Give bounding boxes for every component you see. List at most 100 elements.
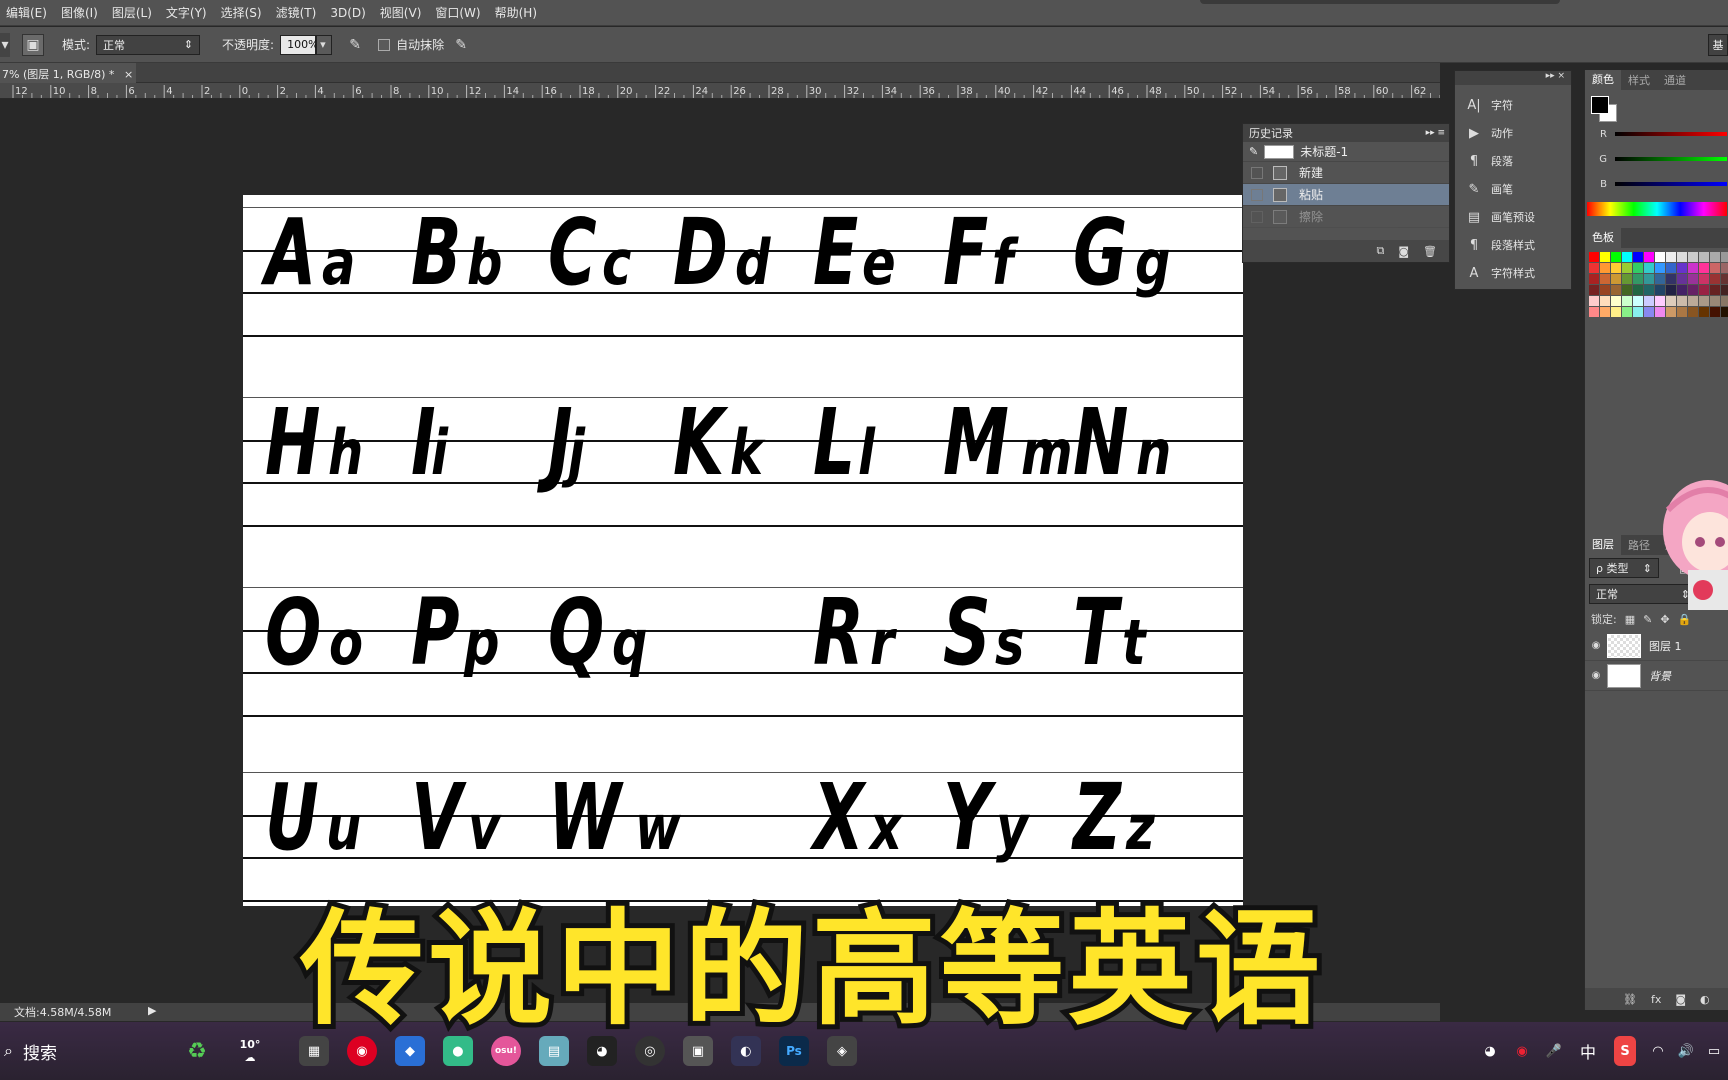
color-swatch[interactable]: [1622, 252, 1632, 262]
menu-item-9[interactable]: 帮助(H): [495, 4, 537, 21]
document-canvas[interactable]: Aa Bb Cc Dd Ee Ff Gg Hh Ii Jj Kk Ll Mm Nn Oo Pp Qq Rr Ss Tt…: [243, 195, 1243, 906]
color-swatch[interactable]: [1688, 307, 1698, 317]
color-swatch[interactable]: [1589, 285, 1599, 295]
mode-select[interactable]: 正常 ⇕: [96, 34, 201, 55]
color-swatch[interactable]: [1622, 296, 1632, 306]
history-source-checkbox[interactable]: [1251, 166, 1263, 179]
color-swatch[interactable]: [1611, 263, 1621, 273]
recycle-bin-icon[interactable]: ♻: [182, 1036, 212, 1066]
color-swatch[interactable]: [1666, 252, 1676, 262]
channel-slider[interactable]: G: [1591, 149, 1727, 169]
color-swatch[interactable]: [1699, 307, 1709, 317]
color-swatch[interactable]: [1644, 252, 1654, 262]
color-swatch[interactable]: [1589, 307, 1599, 317]
color-swatch[interactable]: [1699, 285, 1709, 295]
panel-menu-icon[interactable]: ▸▸ ≡: [1426, 128, 1445, 138]
visibility-eye-icon[interactable]: ◉: [1585, 640, 1607, 651]
color-swatch[interactable]: [1699, 274, 1709, 284]
color-swatch[interactable]: [1622, 285, 1632, 295]
dock-item[interactable]: A 字符样式: [1455, 259, 1571, 287]
color-swatch[interactable]: [1677, 296, 1687, 306]
status-arrow-icon[interactable]: ▶: [148, 1004, 156, 1017]
trash-icon[interactable]: 🗑: [1423, 245, 1437, 258]
menu-item-5[interactable]: 滤镜(T): [276, 4, 317, 21]
color-swatch[interactable]: [1611, 252, 1621, 262]
menu-item-0[interactable]: 编辑(E): [6, 4, 47, 21]
color-swatch[interactable]: [1721, 263, 1728, 273]
brush-panel-icon[interactable]: ▣: [22, 33, 44, 56]
new-document-icon[interactable]: ⧉: [1376, 244, 1384, 258]
auto-erase-checkbox[interactable]: [378, 38, 391, 51]
layer-row[interactable]: ◉ 图层 1: [1585, 631, 1728, 661]
foreground-color-swatch[interactable]: [1591, 96, 1609, 114]
color-swatch[interactable]: [1688, 285, 1698, 295]
color-swatch[interactable]: [1600, 307, 1610, 317]
color-swatch[interactable]: [1710, 274, 1720, 284]
menu-item-1[interactable]: 图像(I): [61, 4, 98, 21]
color-swatch[interactable]: [1589, 263, 1599, 273]
history-source-checkbox[interactable]: [1251, 188, 1263, 201]
color-swatch[interactable]: [1710, 307, 1720, 317]
opacity-dropdown[interactable]: ▾: [316, 34, 333, 55]
battery-icon[interactable]: ▭: [1704, 1036, 1724, 1066]
layer-row[interactable]: ◉ 背景: [1585, 661, 1728, 691]
mask-icon[interactable]: ◙: [1675, 993, 1686, 1006]
color-swatch[interactable]: [1633, 296, 1643, 306]
color-swatch[interactable]: [1633, 274, 1643, 284]
color-swatch[interactable]: [1721, 285, 1728, 295]
channel-slider[interactable]: B: [1591, 174, 1727, 194]
color-swatch[interactable]: [1600, 263, 1610, 273]
color-swatch[interactable]: [1622, 274, 1632, 284]
panel-tab[interactable]: 样式: [1621, 72, 1657, 88]
color-swatch[interactable]: [1688, 252, 1698, 262]
history-item[interactable]: 新建: [1243, 162, 1449, 184]
color-swatch[interactable]: [1644, 274, 1654, 284]
color-spectrum-bar[interactable]: [1587, 202, 1727, 216]
color-swatch[interactable]: [1600, 252, 1610, 262]
color-swatch[interactable]: [1633, 307, 1643, 317]
color-swatch[interactable]: [1644, 285, 1654, 295]
color-swatch[interactable]: [1710, 285, 1720, 295]
color-swatch[interactable]: [1710, 296, 1720, 306]
color-swatch[interactable]: [1600, 274, 1610, 284]
color-swatch[interactable]: [1688, 274, 1698, 284]
color-swatch[interactable]: [1622, 307, 1632, 317]
dock-item[interactable]: ▶ 动作: [1455, 119, 1571, 147]
workspace-button[interactable]: 基: [1708, 33, 1728, 56]
dock-item[interactable]: ¶ 段落: [1455, 147, 1571, 175]
taskbar-search[interactable]: 搜索: [23, 1039, 173, 1064]
color-swatch[interactable]: [1677, 252, 1687, 262]
color-swatch[interactable]: [1699, 263, 1709, 273]
microphone-icon[interactable]: 🎤: [1544, 1036, 1564, 1066]
color-swatch[interactable]: [1688, 296, 1698, 306]
menu-item-4[interactable]: 选择(S): [221, 4, 262, 21]
color-swatch[interactable]: [1611, 274, 1621, 284]
color-swatch[interactable]: [1721, 307, 1728, 317]
color-swatch[interactable]: [1677, 285, 1687, 295]
dock-item[interactable]: A| 字符: [1455, 91, 1571, 119]
tray-netease-icon[interactable]: ◉: [1512, 1036, 1532, 1066]
tool-preset-arrow-icon[interactable]: ▾: [0, 32, 10, 57]
color-swatch[interactable]: [1677, 274, 1687, 284]
color-swatch[interactable]: [1611, 307, 1621, 317]
color-swatch[interactable]: [1655, 285, 1665, 295]
color-swatch[interactable]: [1655, 307, 1665, 317]
color-swatch[interactable]: [1710, 263, 1720, 273]
menu-item-8[interactable]: 窗口(W): [435, 4, 480, 21]
color-swatch[interactable]: [1666, 263, 1676, 273]
dock-item[interactable]: ¶ 段落样式: [1455, 231, 1571, 259]
pressure-size-icon[interactable]: ✎: [450, 34, 472, 56]
panel-tab[interactable]: 颜色: [1585, 70, 1621, 90]
color-swatch[interactable]: [1677, 263, 1687, 273]
color-swatch[interactable]: [1633, 285, 1643, 295]
menu-item-3[interactable]: 文字(Y): [166, 4, 207, 21]
channel-slider[interactable]: R: [1591, 124, 1727, 144]
color-swatch[interactable]: [1655, 296, 1665, 306]
color-swatch[interactable]: [1655, 274, 1665, 284]
color-swatch[interactable]: [1699, 252, 1709, 262]
color-swatch[interactable]: [1622, 263, 1632, 273]
color-swatch[interactable]: [1644, 307, 1654, 317]
color-swatch[interactable]: [1666, 307, 1676, 317]
pressure-opacity-icon[interactable]: ✎: [344, 34, 366, 56]
menu-item-6[interactable]: 3D(D): [330, 6, 365, 20]
